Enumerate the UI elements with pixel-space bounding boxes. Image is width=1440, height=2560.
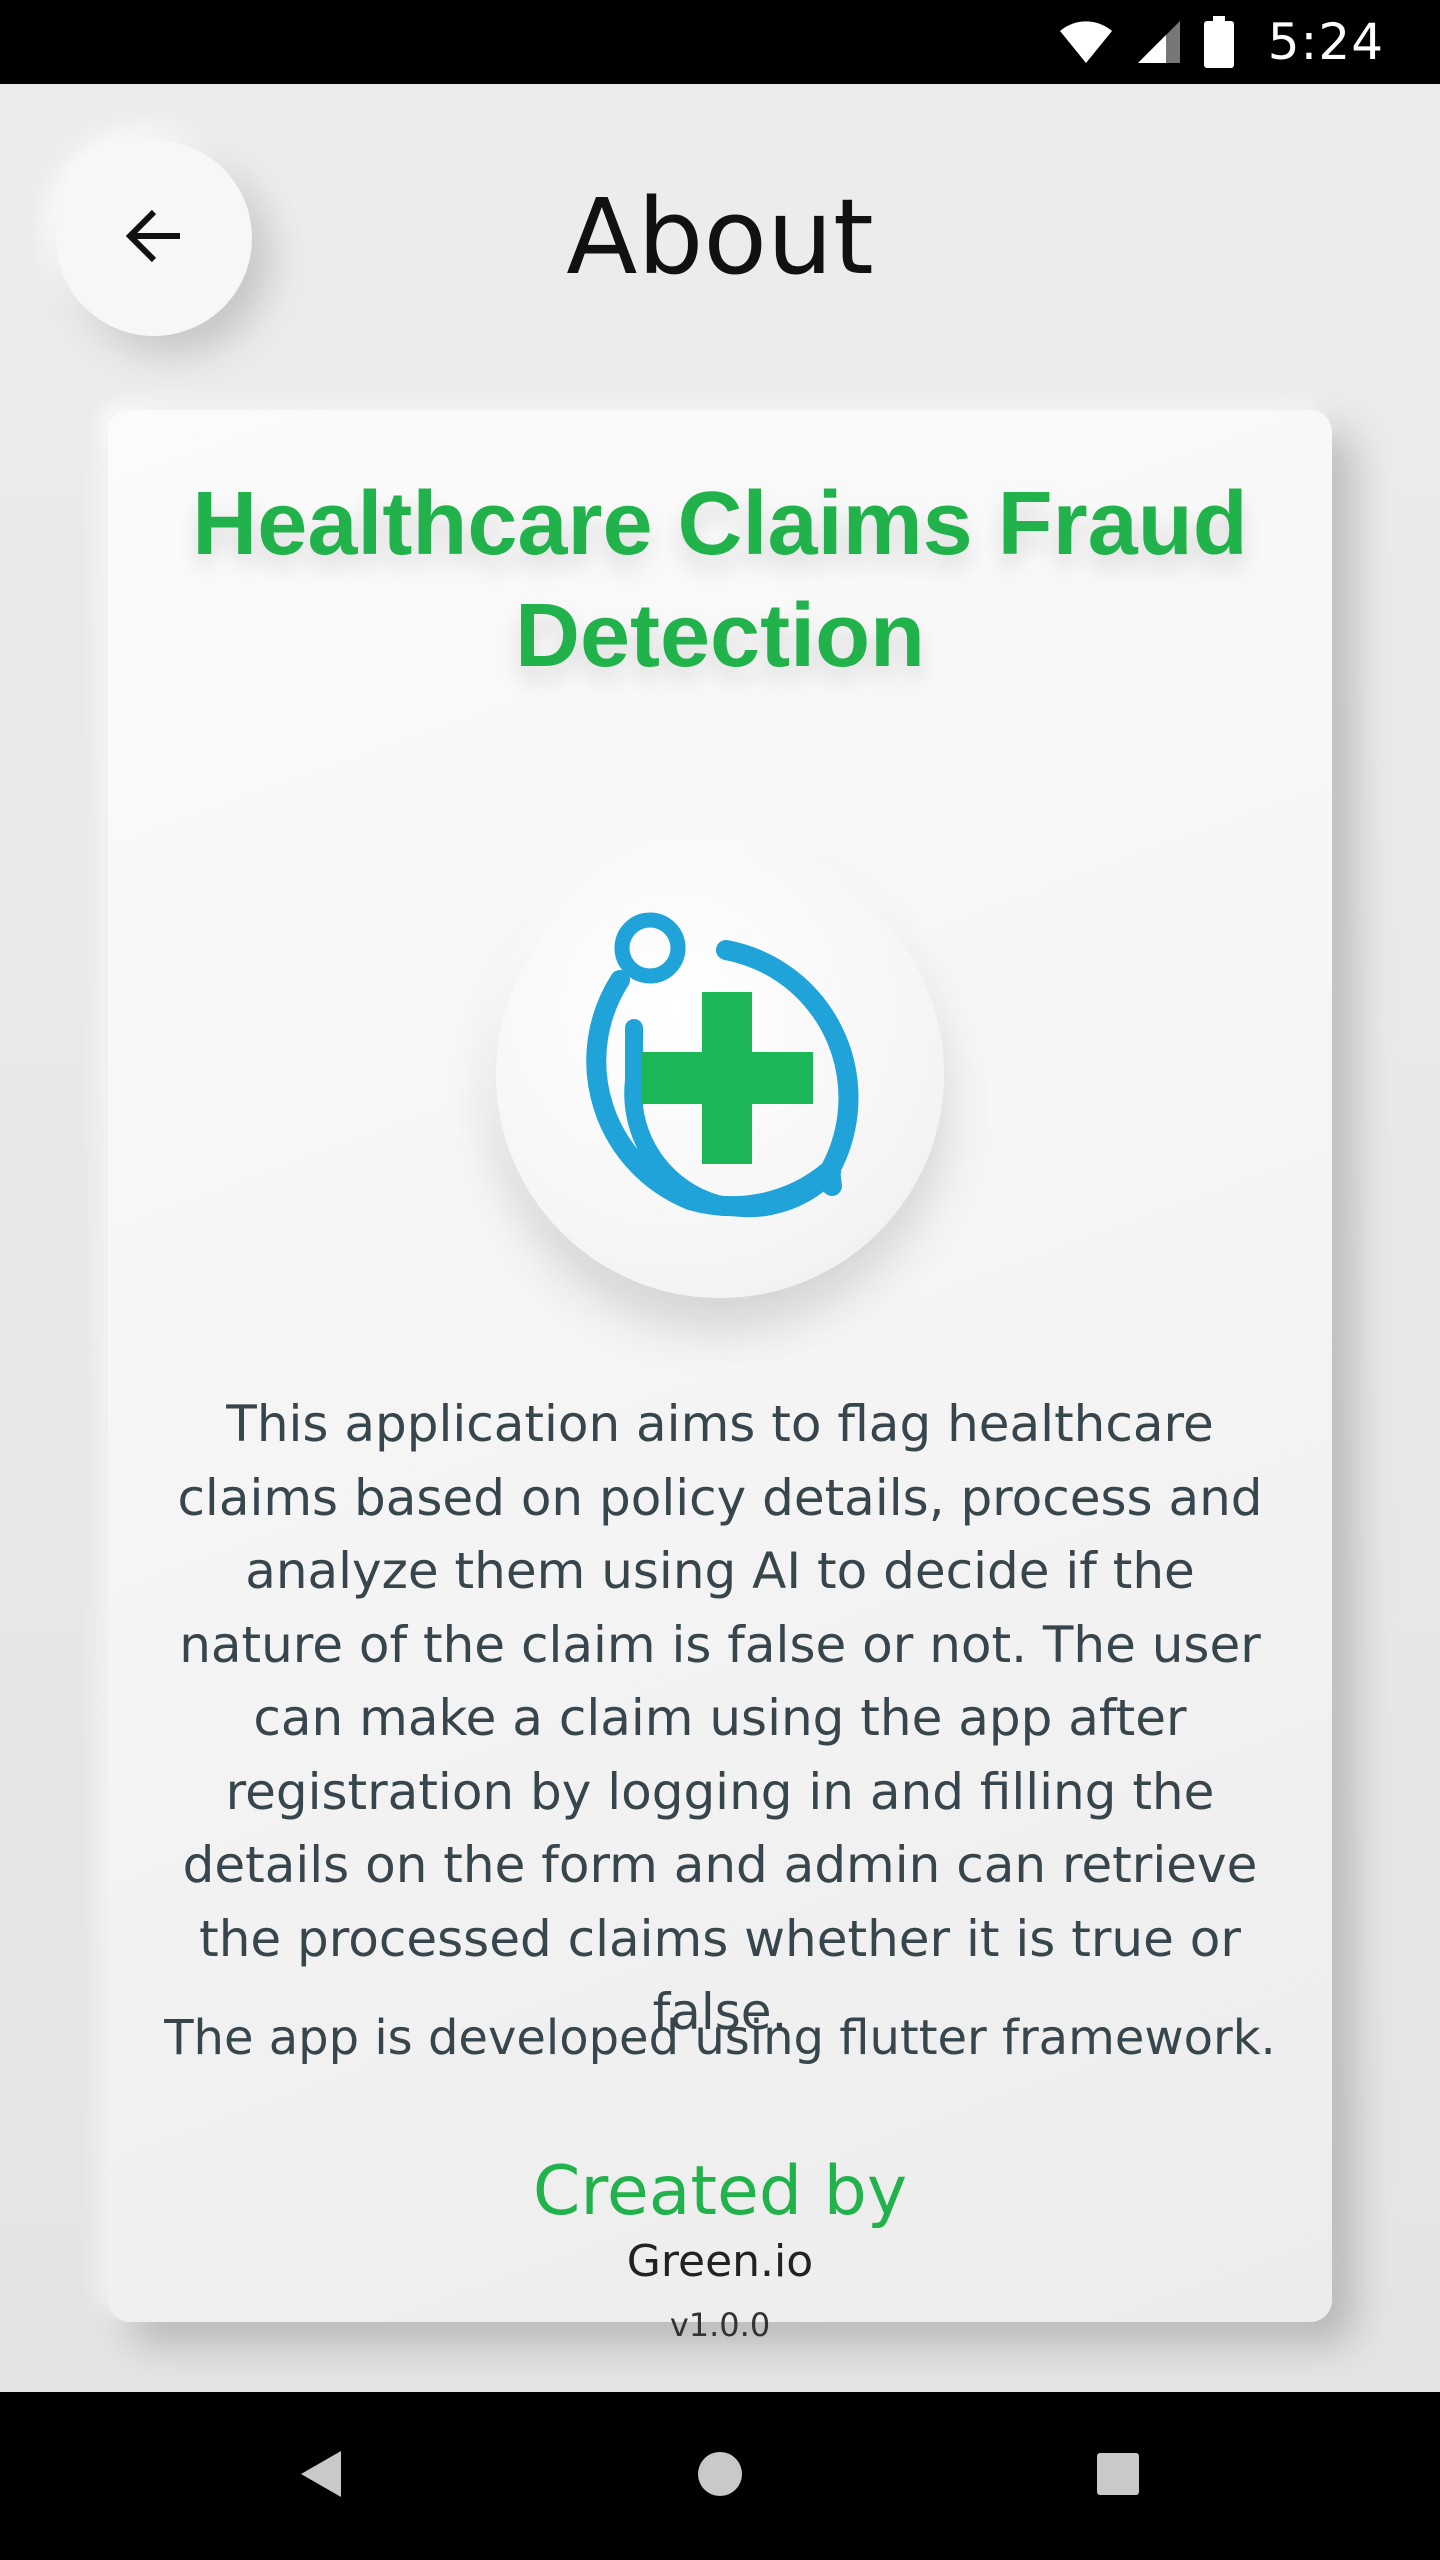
created-by-label: Created by <box>532 2152 908 2231</box>
wifi-icon <box>1058 19 1114 65</box>
signal-icon <box>1136 19 1182 65</box>
status-bar: 5:24 <box>0 0 1440 84</box>
nav-home-button[interactable] <box>636 2392 804 2560</box>
app-description: This application aims to flag healthcare… <box>177 1395 1263 2041</box>
status-time: 5:24 <box>1267 13 1384 71</box>
nav-recents-button[interactable] <box>1034 2392 1202 2560</box>
app-version: v1.0.0 <box>669 2306 771 2344</box>
nav-home-icon <box>697 2451 743 2502</box>
creator-name: Green.io <box>626 2236 814 2287</box>
nav-back-icon <box>299 2449 345 2504</box>
nav-recents-icon <box>1097 2452 1139 2500</box>
battery-icon <box>1203 16 1234 68</box>
framework-note: The app is developed using flutter frame… <box>164 2010 1276 2066</box>
medical-cross-stethoscope-logo-icon <box>540 882 900 1267</box>
app-title: Healthcare Claims Fraud Detection <box>192 474 1248 686</box>
about-card: Healthcare Claims Fraud Detection This a… <box>108 410 1332 2344</box>
page-title: About <box>566 176 874 298</box>
navigation-bar <box>0 2392 1440 2560</box>
app-logo <box>496 850 944 1298</box>
nav-back-button[interactable] <box>238 2392 406 2560</box>
about-screen: About Healthcare Claims Fraud Detection <box>0 84 1440 2392</box>
